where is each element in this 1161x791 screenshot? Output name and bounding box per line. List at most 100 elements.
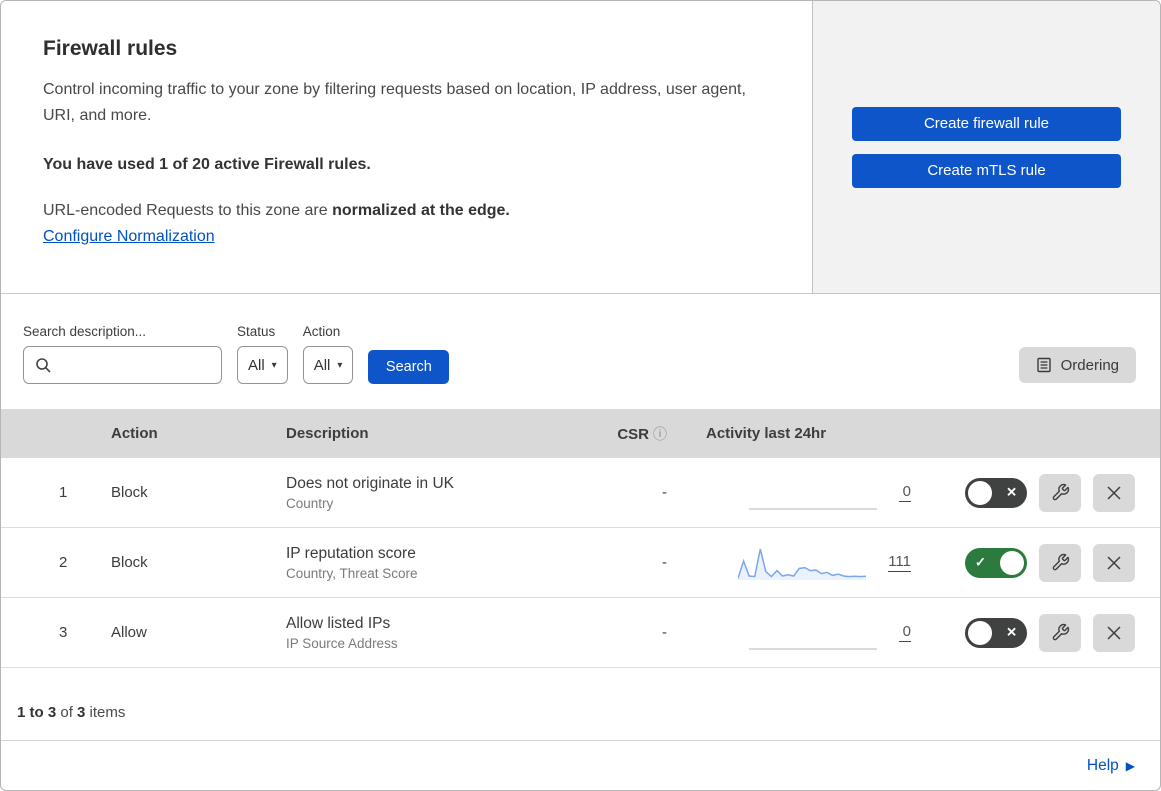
rule-csr: - (662, 484, 667, 501)
rule-priority: 1 (59, 484, 68, 501)
help-link-label: Help (1086, 756, 1119, 774)
rule-activity-cell: 0 (681, 615, 931, 651)
edit-rule-button[interactable] (1039, 543, 1081, 582)
toggle-knob (968, 620, 992, 645)
create-firewall-rule-button[interactable]: Create firewall rule (852, 106, 1121, 141)
action-label: Action (302, 324, 341, 339)
list-document-icon (1036, 357, 1051, 373)
rule-activity-cell: 111 (681, 545, 931, 581)
activity-count-link[interactable]: 111 (888, 553, 911, 572)
rules-table: Action Description CSR ⓘ Activity last 24… (1, 409, 1160, 668)
rule-enabled-toggle[interactable]: ✓ (965, 547, 1027, 578)
normalization-note: URL-encoded Requests to this zone are no… (43, 202, 770, 220)
create-mtls-rule-button[interactable]: Create mTLS rule (852, 153, 1121, 188)
wrench-icon (1052, 623, 1069, 641)
rule-description-cell: Allow listed IPs IP Source Address (266, 615, 596, 651)
delete-rule-button[interactable] (1093, 473, 1135, 512)
status-dropdown[interactable]: All ▾ (237, 346, 288, 384)
rule-controls: ✕ (931, 473, 1160, 512)
search-input-wrapper[interactable] (23, 346, 222, 384)
wrench-icon (1052, 483, 1069, 501)
activity-count-link[interactable]: 0 (899, 623, 911, 642)
info-icon[interactable]: ⓘ (653, 426, 667, 442)
search-button[interactable]: Search (368, 350, 450, 384)
edit-rule-button[interactable] (1039, 613, 1081, 652)
action-filter-group: Action All ▾ (302, 324, 354, 384)
chevron-down-icon: ▾ (271, 359, 277, 371)
rule-action: Block (111, 484, 148, 501)
activity-count-link[interactable]: 0 (899, 483, 911, 502)
pagination-items: items (85, 704, 126, 721)
rule-activity-cell: 0 (681, 475, 931, 511)
configure-normalization-link[interactable]: Configure Normalization (43, 228, 215, 246)
rule-controls: ✓ (931, 543, 1160, 582)
activity-sparkline (749, 615, 877, 651)
rule-csr: - (662, 624, 667, 641)
rule-action: Allow (111, 624, 147, 641)
search-icon (36, 358, 51, 373)
normalization-text: URL-encoded Requests to this zone are (43, 201, 333, 219)
rule-description: Does not originate in UK (286, 474, 455, 492)
table-body: 1 Block Does not originate in UK Country… (1, 458, 1160, 668)
rule-fields: Country (286, 495, 334, 511)
column-header-description: Description (286, 425, 369, 442)
help-link[interactable]: Help ▶ (1087, 757, 1135, 775)
rule-description: IP reputation score (286, 544, 416, 562)
toggle-knob (1000, 550, 1024, 575)
rule-enabled-toggle[interactable]: ✕ (965, 617, 1027, 648)
rule-fields: Country, Threat Score (286, 565, 418, 581)
rule-csr: - (662, 554, 667, 571)
pagination-of: of (56, 704, 78, 721)
chevron-down-icon: ▾ (337, 359, 343, 371)
close-icon (1107, 555, 1121, 570)
delete-rule-button[interactable] (1093, 543, 1135, 582)
firewall-rules-card: Firewall rules Control incoming traffic … (0, 0, 1161, 791)
rule-controls: ✕ (931, 613, 1160, 652)
column-header-action: Action (111, 425, 158, 442)
status-label: Status (237, 324, 276, 339)
header-panel: Firewall rules Control incoming traffic … (1, 1, 813, 294)
toggle-knob (968, 480, 992, 505)
status-dropdown-value: All (248, 356, 265, 374)
delete-rule-button[interactable] (1093, 613, 1135, 652)
column-header-activity: Activity last 24hr (706, 425, 827, 442)
search-group: Search description... (23, 324, 222, 384)
arrow-right-icon: ▶ (1125, 758, 1135, 773)
rule-priority: 3 (59, 624, 68, 641)
page-title: Firewall rules (43, 37, 178, 60)
actions-panel: Create firewall rule Create mTLS rule (813, 1, 1160, 294)
status-filter-group: Status All ▾ (237, 324, 288, 384)
rule-description-cell: Does not originate in UK Country (266, 475, 596, 511)
header-description: Control incoming traffic to your zone by… (43, 81, 746, 125)
search-label: Search description... (23, 324, 147, 339)
ordering-button-label: Ordering (1060, 356, 1119, 374)
wrench-icon (1052, 553, 1069, 571)
column-header-csr: CSR ⓘ (596, 424, 681, 444)
close-icon (1107, 485, 1121, 500)
rule-action: Block (111, 554, 148, 571)
toggle-state-icon: ✕ (1006, 484, 1017, 500)
rule-description-cell: IP reputation score Country, Threat Scor… (266, 545, 596, 581)
rule-enabled-toggle[interactable]: ✕ (965, 477, 1027, 508)
action-dropdown[interactable]: All ▾ (302, 346, 354, 384)
activity-sparkline (738, 545, 867, 581)
table-row: 3 Allow Allow listed IPs IP Source Addre… (1, 598, 1160, 668)
pagination-summary: 1 to 3 of 3 items (1, 668, 1160, 740)
ordering-button[interactable]: Ordering (1018, 347, 1136, 383)
search-input[interactable] (24, 347, 221, 383)
activity-sparkline (749, 475, 877, 511)
close-icon (1107, 625, 1121, 640)
csr-header-label: CSR (617, 425, 649, 443)
pagination-range: 1 to 3 (17, 704, 57, 721)
rule-priority: 2 (59, 554, 68, 571)
usage-summary: You have used 1 of 20 active Firewall ru… (43, 155, 371, 173)
rule-description: Allow listed IPs (286, 614, 391, 632)
toggle-state-icon: ✕ (1006, 624, 1017, 640)
help-bar: Help ▶ (1, 740, 1160, 790)
filter-bar: Search description... Status All ▾ Actio… (1, 294, 1160, 409)
edit-rule-button[interactable] (1039, 473, 1081, 512)
table-header-row: Action Description CSR ⓘ Activity last 24… (1, 409, 1160, 458)
toggle-state-icon: ✓ (975, 554, 986, 570)
action-dropdown-value: All (313, 356, 331, 374)
table-row: 1 Block Does not originate in UK Country… (1, 458, 1160, 528)
